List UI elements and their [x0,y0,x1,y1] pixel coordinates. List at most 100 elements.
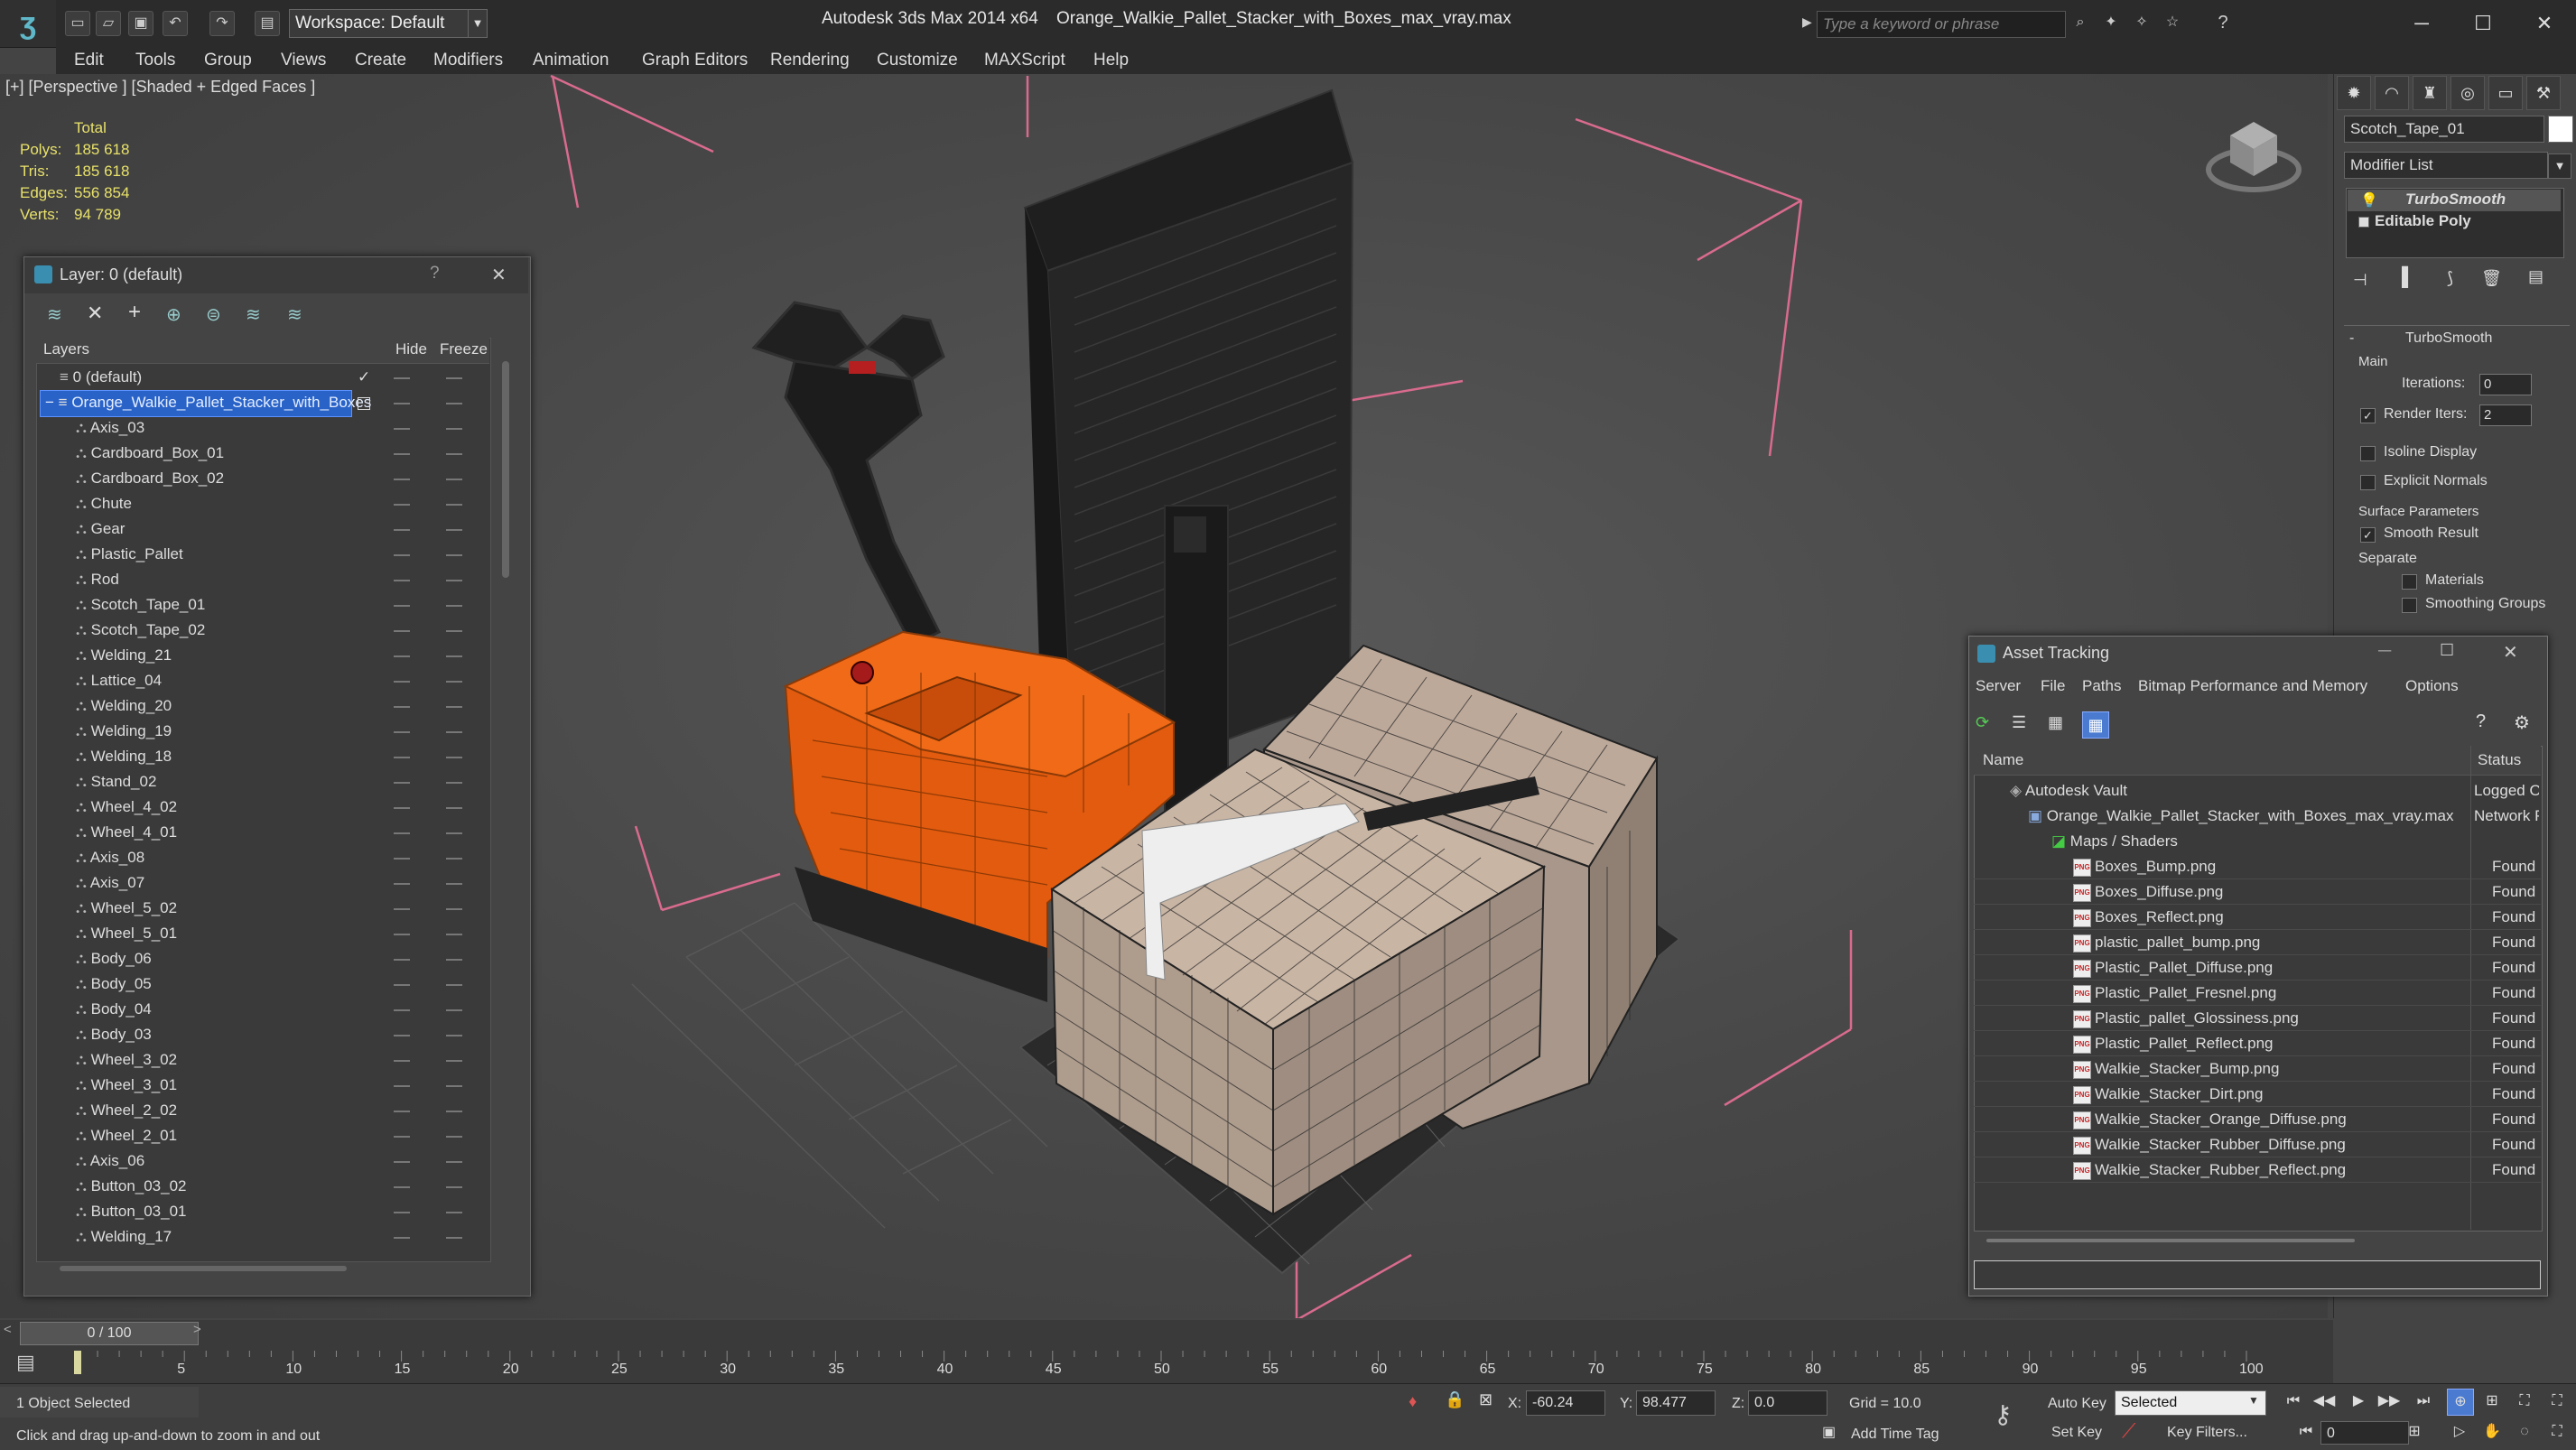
render-iters-checkbox[interactable]: ✓ [2360,408,2376,423]
layer-object-row[interactable]: ⛬ Button_03_02 [76,1174,187,1199]
modifier-list-dropdown[interactable]: Modifier List [2344,152,2548,179]
stack-item-turbosmooth[interactable]: TurboSmooth [2405,191,2506,209]
help-icon[interactable]: ? [430,264,440,283]
column-status[interactable]: Status [2470,751,2546,769]
layer-object-row[interactable]: ⛬ Chute [76,491,132,516]
smooth-result-checkbox[interactable]: ✓ [2360,527,2376,543]
materials-checkbox[interactable] [2402,574,2417,590]
hide-toggle[interactable] [394,655,410,657]
layer-object-row[interactable]: ⛬ Welding_17 [76,1224,172,1250]
asset-menu-paths[interactable]: Paths [2082,677,2121,695]
go-to-end-icon[interactable]: ⏭ [2411,1389,2436,1414]
asset-map-row[interactable]: PNG Boxes_Bump.png [2073,854,2216,879]
freeze-toggle[interactable] [446,428,462,430]
grid-view-icon[interactable]: ▦ [2082,711,2109,739]
freeze-toggle[interactable] [446,883,462,885]
freeze-toggle[interactable] [446,731,462,733]
add-time-tag[interactable]: Add Time Tag [1851,1427,1939,1443]
column-layers[interactable]: Layers [43,340,89,358]
utilities-tab-icon[interactable]: ⚒ [2526,76,2561,110]
hierarchy-tab-icon[interactable]: ♜ [2413,76,2447,110]
layer-object-row[interactable]: ⛬ Gear [76,516,125,542]
set-key-icon[interactable]: ⟋ [2122,1419,2135,1443]
rollout-title[interactable]: TurboSmooth [2405,330,2492,347]
workspace-dropdown[interactable]: Workspace: Default [289,9,477,38]
go-to-start-icon[interactable]: ⏮ [2281,1389,2306,1414]
layer-object-row[interactable]: ⛬ Axis_06 [76,1148,144,1174]
show-end-result-icon[interactable]: ▌ [2402,267,2414,288]
menu-views[interactable]: Views [281,47,326,74]
zoom-all-icon[interactable]: ⊞ [2479,1389,2505,1414]
freeze-toggle[interactable] [446,655,462,657]
make-unique-icon[interactable]: ⟆ [2447,269,2453,288]
freeze-toggle[interactable] [446,377,462,379]
layer-object-row[interactable]: ⛬ Wheel_2_02 [76,1098,177,1123]
auto-key-button[interactable]: Auto Key [2048,1396,2106,1412]
hide-toggle[interactable] [394,782,410,784]
freeze-toggle[interactable] [446,706,462,708]
hide-all-icon[interactable]: ≋ [246,303,261,326]
configure-sets-icon[interactable]: ▤ [2528,267,2543,286]
freeze-toggle[interactable] [446,782,462,784]
hide-toggle[interactable] [394,1186,410,1188]
asset-map-row[interactable]: PNG Walkie_Stacker_Rubber_Diffuse.png [2073,1132,2346,1157]
new-file-icon[interactable]: ▭ [65,11,90,36]
next-frame-icon[interactable]: ▶▶ [2376,1389,2402,1414]
freeze-toggle[interactable] [446,757,462,758]
menu-customize[interactable]: Customize [877,47,958,74]
hide-toggle[interactable] [394,554,410,556]
layer-tree-scrollbar[interactable] [502,361,509,578]
asset-map-row[interactable]: PNG Plastic_Pallet_Diffuse.png [2073,955,2273,981]
menu-rendering[interactable]: Rendering [770,47,850,74]
menu-modifiers[interactable]: Modifiers [433,47,503,74]
hide-toggle[interactable] [394,908,410,910]
freeze-toggle[interactable] [446,832,462,834]
asset-row-file[interactable]: ▣ Orange_Walkie_Pallet_Stacker_with_Boxe… [2028,804,2470,829]
collapse-icon[interactable]: − [45,394,54,411]
layer-object-row[interactable]: ⛬ Stand_02 [76,769,156,795]
viewcube-icon[interactable] [2205,116,2302,202]
zoom-extents-all-icon[interactable]: ⛶ [2544,1389,2570,1414]
freeze-toggle[interactable] [446,1060,462,1062]
layer-tree-hscrollbar[interactable] [60,1266,347,1271]
freeze-toggle[interactable] [446,479,462,480]
layer-object-row[interactable]: ⛬ Cardboard_Box_02 [76,466,224,491]
layer-object-row[interactable]: ⛬ Lattice_04 [76,668,162,693]
highlight-layer-icon[interactable]: ⊜ [206,303,221,326]
layer-object-row[interactable]: ⛬ Body_03 [76,1022,152,1047]
layer-object-row[interactable]: ⛬ Wheel_4_01 [76,820,177,845]
hide-toggle[interactable] [394,1009,410,1011]
menu-help[interactable]: Help [1093,47,1129,74]
asset-menu-bitmap[interactable]: Bitmap Performance and Memory [2138,677,2367,695]
layers-icon[interactable]: ≋ [47,303,62,326]
hide-toggle[interactable] [394,832,410,834]
freeze-toggle[interactable] [446,908,462,910]
explicit-normals-checkbox[interactable] [2360,475,2376,490]
viewport-label[interactable]: [+] [Perspective ] [Shaded + Edged Faces… [5,78,315,97]
favorites-star-icon[interactable]: ☆ [2162,11,2183,34]
layer-object-row[interactable]: ⛬ Welding_20 [76,693,172,719]
asset-menu-options[interactable]: Options [2405,677,2459,695]
refresh-icon[interactable]: ⟳ [1976,713,1997,735]
hide-toggle[interactable] [394,580,410,581]
project-folder-icon[interactable]: ▤ [255,11,280,36]
hide-toggle[interactable] [394,1237,410,1239]
light-bulb-icon[interactable]: 💡 [2360,191,2378,209]
layer-object-row[interactable]: ⛬ Axis_03 [76,415,144,441]
help-icon[interactable]: ? [2210,11,2236,34]
hide-toggle[interactable] [394,934,410,935]
minimize-icon[interactable]: ─ [2400,5,2443,42]
freeze-toggle[interactable] [446,605,462,607]
key-filters-button[interactable]: Key Filters... [2167,1425,2247,1441]
freeze-toggle[interactable] [446,807,462,809]
freeze-toggle[interactable] [446,403,462,404]
undo-icon[interactable]: ↶ [163,11,188,36]
hide-toggle[interactable] [394,1035,410,1036]
hide-toggle[interactable] [394,984,410,986]
object-name-field[interactable]: Scotch_Tape_01 [2344,116,2544,143]
freeze-toggle[interactable] [446,630,462,632]
collapse-icon[interactable]: - [2349,330,2354,347]
asset-map-row[interactable]: PNG Walkie_Stacker_Bump.png [2073,1056,2279,1082]
asset-map-row[interactable]: PNG Plastic_Pallet_Reflect.png [2073,1031,2274,1056]
layer-object-row[interactable]: ⛬ Welding_18 [76,744,172,769]
